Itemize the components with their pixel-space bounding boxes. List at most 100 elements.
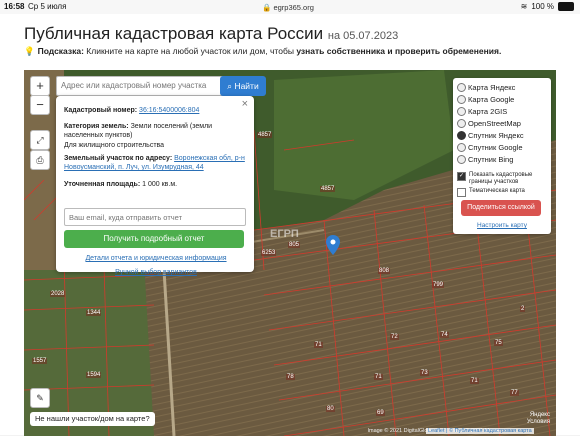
parcel-label: 71 <box>374 374 383 380</box>
parcel-label: 1594 <box>86 372 102 378</box>
hint: 💡 Подсказка: Кликните на карте на любой у… <box>24 46 501 57</box>
zoom-out-button[interactable]: − <box>30 95 50 115</box>
parcel-label: 73 <box>420 370 429 376</box>
find-button-label: Найти <box>234 81 259 91</box>
parcel-label: 80 <box>326 406 335 412</box>
purpose-text: Для жилищного строительства <box>64 142 165 149</box>
layer-label: Карта Яндекс <box>468 83 516 92</box>
address-label: Земельный участок по адресу: <box>64 155 173 162</box>
layer-option[interactable]: Карта 2GIS <box>457 107 507 116</box>
parcel-label: 1344 <box>86 310 102 316</box>
layer-option[interactable]: Карта Яндекс <box>457 83 515 92</box>
parcel-label: 2028 <box>50 291 66 297</box>
manual-select-link[interactable]: Ручной выбор вариантов <box>115 269 197 276</box>
email-field[interactable] <box>64 208 246 226</box>
print-icon[interactable]: ⎙ <box>30 150 50 170</box>
category-row: Категория земель: Земли поселений (земли… <box>64 122 248 140</box>
hint-text: Кликните на карте на любой участок или д… <box>86 46 294 56</box>
manual-row: Ручной выбор вариантов <box>64 268 248 277</box>
share-link-button[interactable]: Поделиться ссылкой <box>461 200 541 216</box>
cadastral-link[interactable]: 36:16:5400006:804 <box>139 107 199 114</box>
page-title-text: Публичная кадастровая карта России <box>24 24 324 43</box>
battery-text: 100 % <box>531 2 554 11</box>
parcel-label: 799 <box>432 282 445 288</box>
category-label: Категория земель: <box>64 123 129 130</box>
thematic-checkbox[interactable]: Тематическая карта <box>457 188 525 197</box>
parcel-label: 75 <box>494 340 503 346</box>
parcel-label: 4857 <box>257 132 273 138</box>
details-row: Детали отчета и юридическая информация <box>64 254 248 263</box>
yandex-logo: Яндекс Условия <box>527 412 550 426</box>
address-row: Земельный участок по адресу: Воронежская… <box>64 154 248 172</box>
parcel-label: 808 <box>378 268 391 274</box>
thematic-label: Тематическая карта <box>469 188 525 194</box>
map[interactable]: 4857 4857 6253 805 808 799 2028 1344 155… <box>24 70 556 436</box>
layer-option[interactable]: Спутник Bing <box>457 155 513 164</box>
status-bar: 16:58 Ср 5 июля 🔒 egrp365.org ≋ 100 % <box>0 0 580 14</box>
layer-option[interactable]: OpenStreetMap <box>457 119 521 128</box>
lightbulb-icon: 💡 <box>24 46 35 56</box>
borders-label: Показать кадастровые границы участков <box>469 172 533 185</box>
fullscreen-icon[interactable]: ⤢ <box>30 130 50 150</box>
map-marker-icon[interactable] <box>326 235 340 255</box>
status-time: 16:58 <box>4 2 25 11</box>
parcel-label: 72 <box>390 334 399 340</box>
parcel-label: 71 <box>314 342 323 348</box>
area-row: Уточненная площадь: 1 000 кв.м. <box>64 180 248 189</box>
url-bar[interactable]: 🔒 egrp365.org <box>262 3 314 12</box>
yandex-name: Яндекс <box>529 412 550 418</box>
area-label: Уточненная площадь: <box>64 181 141 188</box>
layer-label: OpenStreetMap <box>468 119 521 128</box>
borders-checkbox[interactable]: ✓ Показать кадастровые границы участков <box>457 172 545 186</box>
layer-label: Спутник Яндекс <box>468 131 524 140</box>
status-right: ≋ 100 % <box>521 2 574 11</box>
page: Публичная кадастровая карта России на 05… <box>0 14 580 436</box>
parcel-label: 77 <box>510 390 519 396</box>
parcel-label: 78 <box>286 374 295 380</box>
layer-option[interactable]: Спутник Google <box>457 143 523 152</box>
lock-icon: 🔒 <box>262 3 272 12</box>
hint-label: Подсказка: <box>37 46 84 56</box>
parcel-label: 74 <box>440 332 449 338</box>
layer-label: Спутник Google <box>468 143 523 152</box>
layers-panel: Карта Яндекс Карта Google Карта 2GIS Ope… <box>453 78 551 234</box>
radio-icon <box>457 95 466 104</box>
details-link[interactable]: Детали отчета и юридическая информация <box>85 255 226 262</box>
yandex-terms[interactable]: Условия <box>527 419 550 425</box>
parcel-label: 69 <box>376 410 385 416</box>
layer-option[interactable]: Спутник Яндекс <box>457 131 524 140</box>
parcel-label: 805 <box>288 242 301 248</box>
radio-icon <box>457 119 466 128</box>
page-title-date: на 05.07.2023 <box>327 30 399 42</box>
layer-option[interactable]: Карта Google <box>457 95 514 104</box>
not-found-button[interactable]: Не нашли участок/дом на карте? <box>30 412 155 426</box>
find-button[interactable]: ⌕ Найти <box>220 76 266 96</box>
radio-icon <box>457 143 466 152</box>
radio-selected-icon <box>457 131 466 140</box>
parcel-label: 6253 <box>261 250 277 256</box>
layer-label: Карта Google <box>468 95 515 104</box>
leaflet-attribution[interactable]: Leaflet | © Публичная кадастровая карта <box>426 428 534 434</box>
area-value: 1 000 кв.м. <box>142 181 178 188</box>
checkbox-icon <box>457 188 466 197</box>
battery-icon <box>558 2 574 11</box>
cadastral-row: Кадастровый номер: 36:16:5400006:804 <box>64 106 248 115</box>
parcel-label: 71 <box>470 378 479 384</box>
watermark: ЕГРП <box>270 228 299 240</box>
setup-map-link[interactable]: Настроить карту <box>477 222 527 229</box>
cadastral-label: Кадастровый номер: <box>64 107 138 114</box>
radio-icon <box>457 107 466 116</box>
get-report-button[interactable]: Получить подробный отчет <box>64 230 244 248</box>
radio-icon <box>457 83 466 92</box>
parcel-label: 2 <box>520 306 526 312</box>
ruler-icon[interactable]: ✎ <box>30 388 50 408</box>
search-input[interactable] <box>56 76 224 96</box>
check-icon: ✓ <box>457 172 466 181</box>
parcel-label: 1557 <box>32 358 48 364</box>
page-title: Публичная кадастровая карта России на 05… <box>24 24 398 44</box>
zoom-in-button[interactable]: + <box>30 76 50 96</box>
search-icon: ⌕ <box>227 81 233 91</box>
wifi-icon: ≋ <box>520 2 528 11</box>
status-date: Ср 5 июля <box>28 2 67 11</box>
hint-bold: узнать собственника и проверить обремене… <box>296 46 502 56</box>
